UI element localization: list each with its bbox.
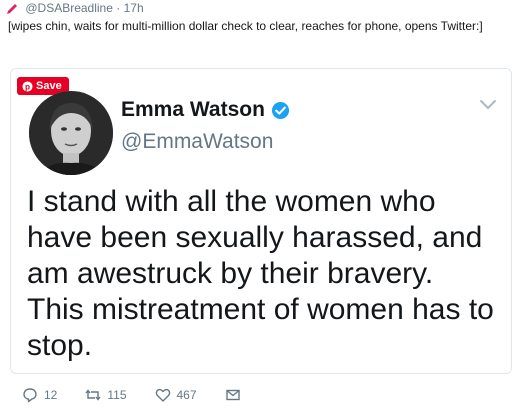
envelope-icon: [225, 389, 240, 401]
avatar[interactable]: [29, 91, 113, 175]
display-name-text: Emma Watson: [121, 98, 265, 121]
tweet-handle[interactable]: @DSABreadline: [25, 1, 113, 15]
tweet-text: [wipes chin, waits for multi-million dol…: [8, 19, 483, 33]
pencil-icon: [7, 3, 17, 14]
retweet-icon: [85, 389, 101, 401]
reply-count: 12: [44, 388, 58, 402]
reply-button[interactable]: 12: [22, 387, 57, 403]
tweet-header: @DSABreadline · 17h: [6, 0, 506, 16]
heart-icon: [155, 388, 170, 402]
reply-icon: [23, 388, 37, 403]
svg-text:p: p: [25, 82, 30, 91]
tweet-time[interactable]: 17h: [124, 1, 144, 15]
display-name[interactable]: Emma Watson: [121, 98, 290, 122]
embedded-tweet-text: I stand with all the women who have been…: [27, 185, 494, 362]
retweet-count: 115: [107, 388, 127, 402]
username[interactable]: @EmmaWatson: [121, 130, 273, 154]
like-count: 467: [176, 388, 197, 402]
tweet-actions: 12 115 467: [22, 385, 269, 405]
pinterest-icon: p: [22, 80, 33, 92]
retweet-button[interactable]: 115: [85, 387, 127, 403]
embedded-tweet-card[interactable]: p Save Emma Watson @EmmaWatson I stand w…: [10, 68, 512, 374]
verified-badge-icon: [271, 101, 289, 119]
like-button[interactable]: 467: [155, 387, 197, 403]
separator: ·: [116, 1, 121, 15]
chevron-down-icon[interactable]: [479, 99, 497, 111]
direct-message-button[interactable]: [225, 387, 241, 403]
